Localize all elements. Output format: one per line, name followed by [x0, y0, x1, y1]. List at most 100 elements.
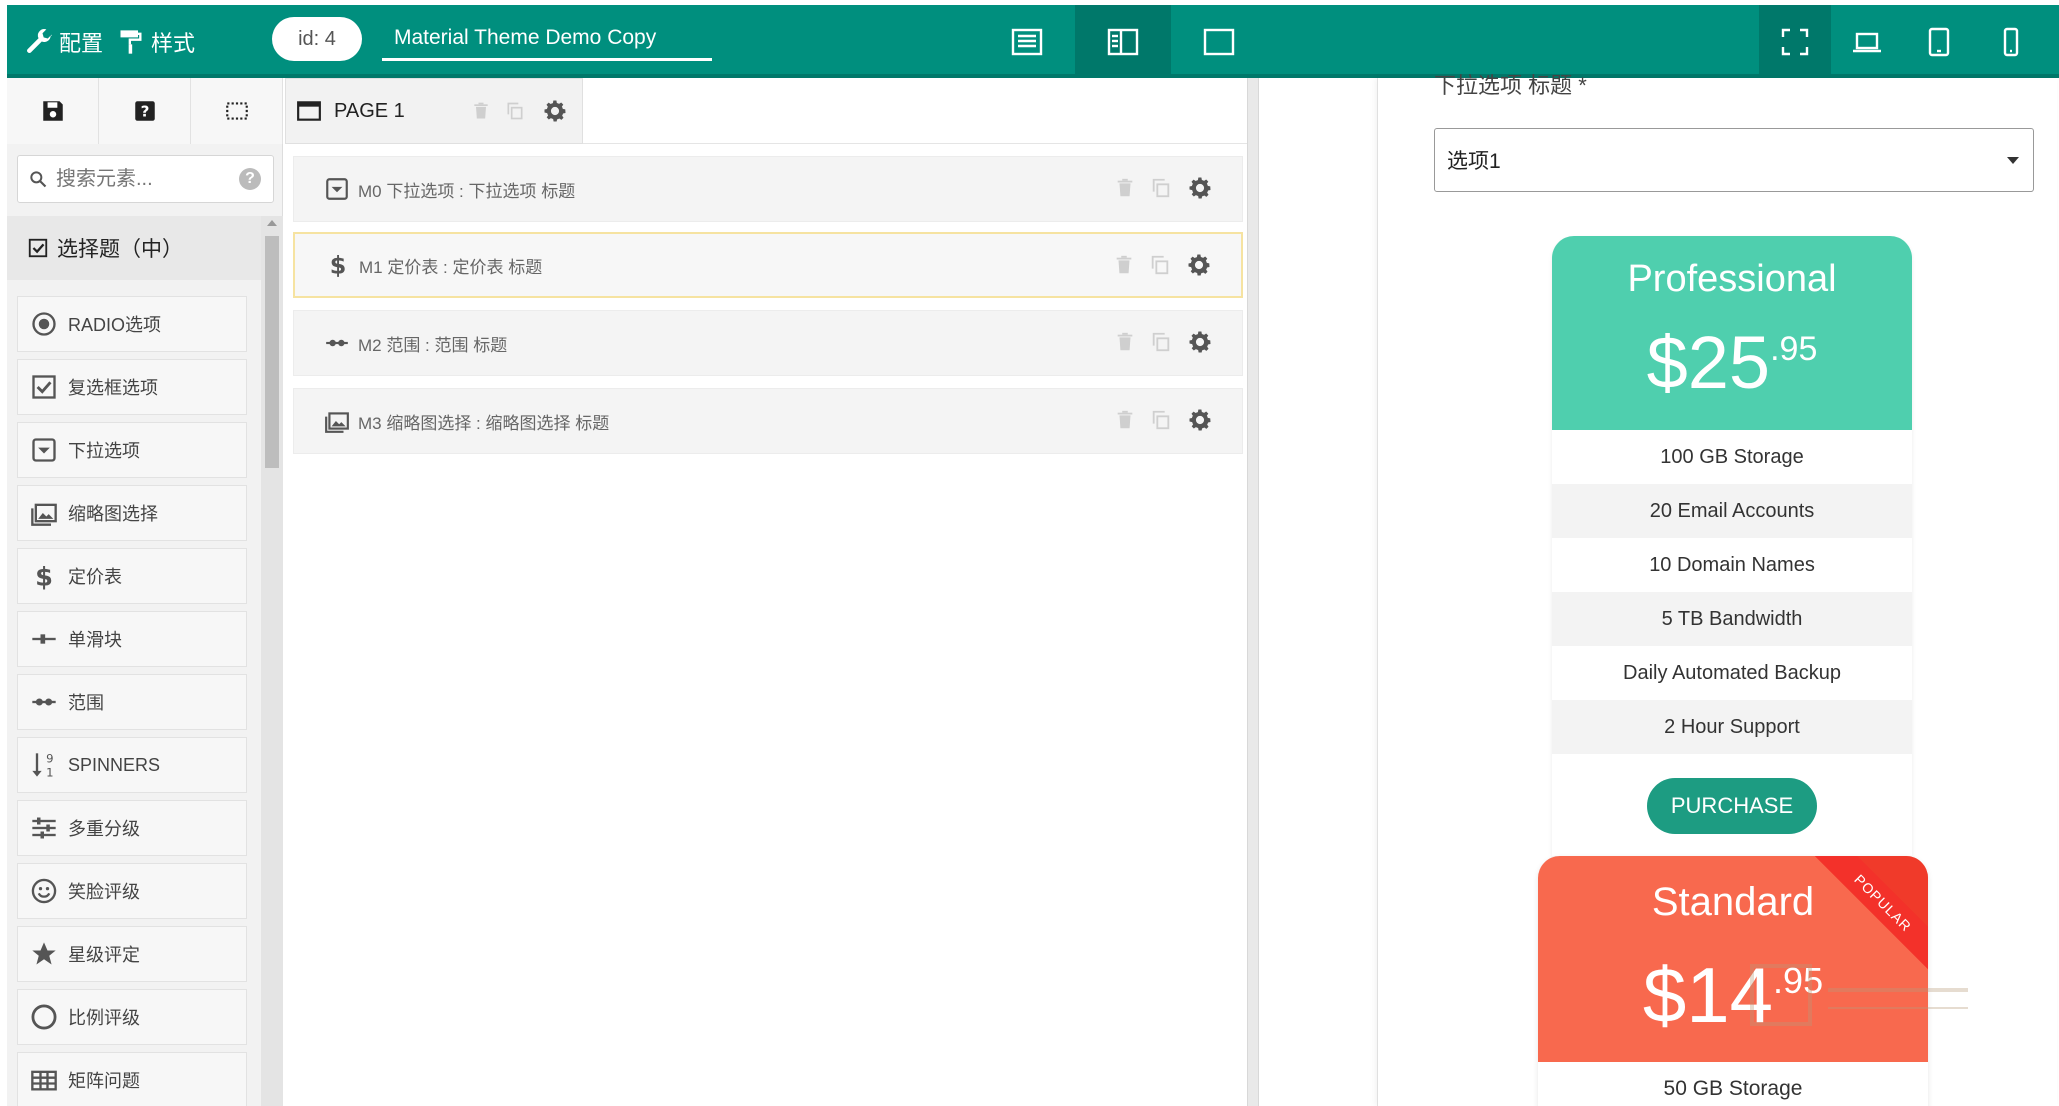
view-preview-button[interactable]: [1171, 5, 1267, 78]
element-label: 比例评级: [68, 1008, 140, 1028]
element-smiley-rating[interactable]: 笑脸评级: [17, 863, 247, 919]
element-group-header[interactable]: 选择题（中）: [7, 216, 261, 280]
element-dropdown[interactable]: 下拉选项: [17, 422, 247, 478]
dollar-icon: $: [330, 252, 347, 278]
element-radio[interactable]: RADIO选项: [17, 296, 247, 352]
config-button[interactable]: 配置: [25, 5, 103, 78]
gear-icon[interactable]: [1186, 328, 1214, 356]
phone-icon: [2003, 27, 2019, 56]
element-label: 笑脸评级: [68, 882, 140, 902]
form-builder: PAGE 1 M0 下拉选项 : 下拉选项 标题 $ M1 定价表 : 定价表 …: [285, 78, 1247, 1106]
element-label: 单滑块: [68, 630, 122, 650]
window-icon: [1203, 28, 1235, 55]
help-icon: ?: [134, 101, 155, 121]
device-tablet-button[interactable]: [1903, 5, 1975, 78]
gear-icon[interactable]: [1185, 251, 1213, 279]
svg-text:9: 9: [46, 752, 53, 766]
element-star-rating[interactable]: 星级评定: [17, 926, 247, 982]
checkbox-icon: [32, 375, 56, 399]
device-fullscreen-button[interactable]: [1759, 5, 1831, 78]
element-label: 矩阵问题: [68, 1071, 140, 1091]
view-list-button[interactable]: [979, 5, 1075, 78]
element-checkbox[interactable]: 复选框选项: [17, 359, 247, 415]
dropdown-icon: [32, 438, 56, 462]
caret-down-icon: [2007, 157, 2019, 164]
pricing-card-professional[interactable]: Professional $25.95 100 GB Storage 20 Em…: [1552, 236, 1912, 856]
spinner-icon: 91: [32, 752, 54, 779]
element-label: 星级评定: [68, 945, 140, 965]
image-icon: [31, 503, 57, 526]
plan-price: $25.95: [1552, 320, 1912, 405]
search-input[interactable]: [56, 167, 226, 191]
trash-icon[interactable]: [1114, 177, 1136, 199]
copy-icon[interactable]: [1150, 177, 1172, 199]
slider-icon: [32, 634, 56, 644]
page-tab[interactable]: PAGE 1: [285, 78, 583, 144]
question-label: M2 范围 : 范围 标题: [358, 335, 508, 355]
element-range[interactable]: 范围: [17, 674, 247, 730]
fullscreen-icon: [1781, 28, 1809, 55]
copy-icon[interactable]: [1149, 254, 1171, 276]
device-phone-button[interactable]: [1975, 5, 2047, 78]
element-pricing[interactable]: $ 定价表: [17, 548, 247, 604]
list-layout-icon: [1011, 28, 1043, 55]
trash-icon[interactable]: [1114, 409, 1136, 431]
element-label: 多重分级: [68, 819, 140, 839]
range-icon: [326, 339, 348, 347]
view-split-button[interactable]: [1075, 5, 1171, 78]
element-scale-rating[interactable]: 比例评级: [17, 989, 247, 1045]
question-label: M0 下拉选项 : 下拉选项 标题: [358, 181, 576, 201]
gear-icon[interactable]: [1186, 406, 1214, 434]
element-multi-rating[interactable]: 多重分级: [17, 800, 247, 856]
watermark-seal-icon: [1750, 964, 1968, 1026]
question-row[interactable]: M0 下拉选项 : 下拉选项 标题: [293, 156, 1243, 222]
save-button[interactable]: [7, 78, 99, 144]
search-help-icon[interactable]: ?: [239, 168, 261, 190]
sliders-icon: [32, 817, 56, 839]
plan-feature: 10 Domain Names: [1552, 538, 1912, 592]
element-slider[interactable]: 单滑块: [17, 611, 247, 667]
element-sidebar: ? ? 选择题（中） RADIO选项 复选框选项: [7, 78, 283, 1106]
trash-icon[interactable]: [1114, 331, 1136, 353]
search-icon: [30, 171, 47, 188]
dropdown-select[interactable]: 选项1: [1434, 128, 2034, 192]
help-button[interactable]: ?: [99, 78, 191, 144]
select-area-button[interactable]: [191, 78, 283, 144]
trash-icon[interactable]: [471, 101, 491, 121]
plan-feature: 5 TB Bandwidth: [1552, 592, 1912, 646]
element-label: SPINNERS: [68, 754, 161, 775]
element-thumbnail[interactable]: 缩略图选择: [17, 485, 247, 541]
dollar-icon: $: [35, 562, 53, 590]
copy-icon[interactable]: [505, 101, 525, 121]
plan-feature: 20 Email Accounts: [1552, 484, 1912, 538]
price-main: $25: [1646, 321, 1771, 404]
watermark-logo: [1748, 960, 1978, 1030]
form-title-input[interactable]: Material Theme Demo Copy: [382, 17, 712, 61]
element-matrix[interactable]: 矩阵问题: [17, 1052, 247, 1106]
gear-icon[interactable]: [1186, 174, 1214, 202]
question-actions: [1100, 406, 1214, 434]
style-label: 样式: [151, 30, 196, 56]
device-laptop-button[interactable]: [1831, 5, 1903, 78]
copy-icon[interactable]: [1150, 409, 1172, 431]
gear-icon[interactable]: [541, 97, 569, 125]
panel-splitter[interactable]: [1247, 78, 1259, 1106]
top-toolbar: 配置 样式 id: 4 Material Theme Demo Copy: [7, 5, 2059, 78]
question-row-selected[interactable]: $ M1 定价表 : 定价表 标题: [293, 232, 1243, 298]
style-button[interactable]: 样式: [117, 5, 195, 78]
question-row[interactable]: M2 范围 : 范围 标题: [293, 310, 1243, 376]
element-spinners[interactable]: 91 SPINNERS: [17, 737, 247, 793]
question-row[interactable]: M3 缩略图选择 : 缩略图选择 标题: [293, 388, 1243, 454]
plan-feature: 50 GB Storage: [1538, 1062, 1928, 1106]
smiley-icon: [31, 878, 57, 904]
element-search[interactable]: ?: [17, 155, 274, 203]
copy-icon[interactable]: [1150, 331, 1172, 353]
sidebar-scrollbar[interactable]: [261, 216, 283, 1106]
paint-roller-icon: [120, 29, 142, 54]
scroll-thumb[interactable]: [265, 236, 279, 468]
config-label: 配置: [59, 30, 104, 56]
trash-icon[interactable]: [1113, 254, 1135, 276]
scroll-up-arrow[interactable]: [267, 220, 277, 226]
element-label: 复选框选项: [68, 378, 158, 398]
purchase-button[interactable]: PURCHASE: [1647, 778, 1817, 834]
